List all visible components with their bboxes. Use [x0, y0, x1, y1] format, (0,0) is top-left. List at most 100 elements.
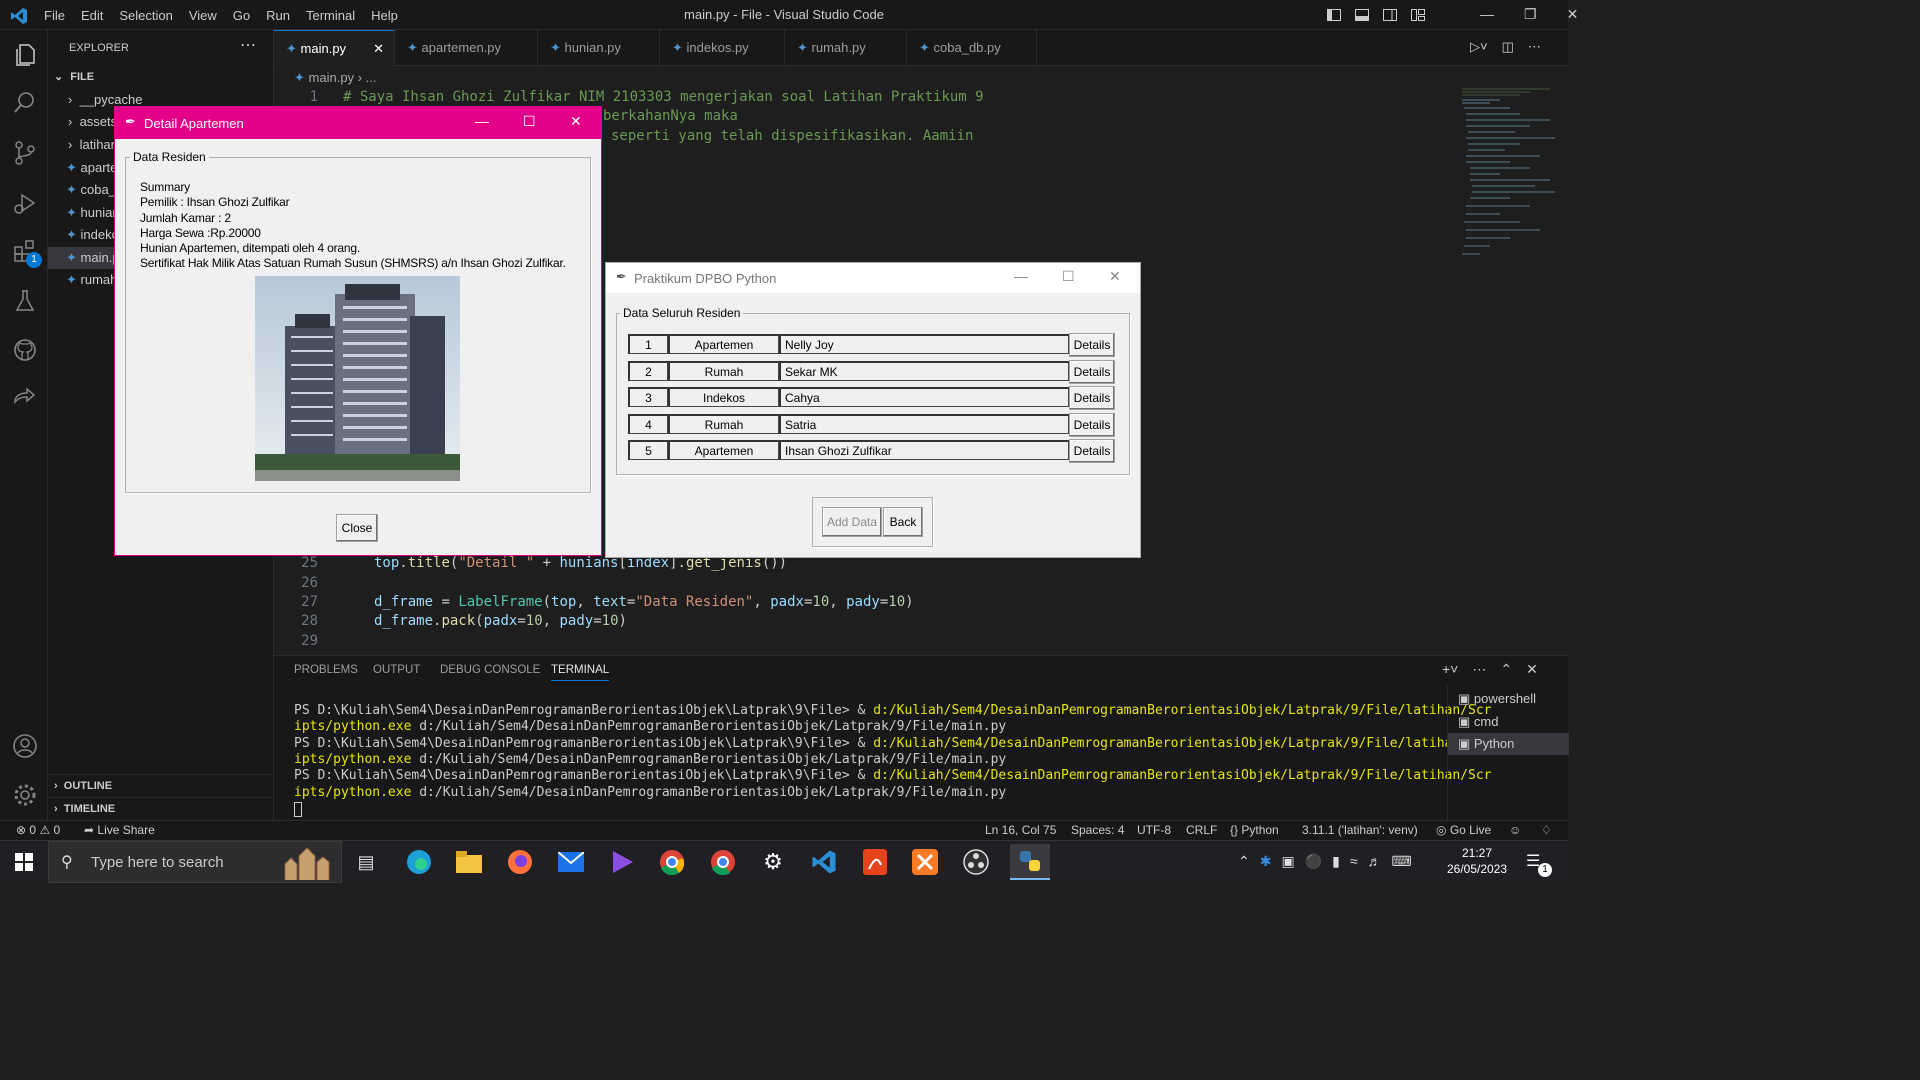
github-icon[interactable]	[12, 337, 38, 363]
testing-icon[interactable]	[12, 288, 38, 314]
close-button[interactable]: Close	[336, 514, 378, 542]
toggle-sidebar-icon[interactable]	[1326, 7, 1342, 23]
details-button[interactable]: Details	[1069, 360, 1115, 384]
obs-icon[interactable]	[960, 846, 992, 878]
line-ending[interactable]: CRLF	[1186, 823, 1217, 837]
accounts-icon[interactable]	[12, 733, 38, 759]
live-share-icon[interactable]	[12, 386, 38, 412]
more-actions-icon[interactable]: ⋯	[240, 35, 256, 55]
folder-section[interactable]: ⌄ FILE	[48, 66, 274, 88]
microphone-icon[interactable]: ⚫	[1305, 853, 1322, 870]
xampp-icon[interactable]	[909, 846, 941, 878]
language-mode[interactable]: {} Python	[1230, 823, 1279, 837]
tab-terminal[interactable]: TERMINAL	[551, 664, 610, 681]
windows-start-icon[interactable]	[8, 846, 40, 878]
indentation[interactable]: Spaces: 4	[1071, 823, 1124, 837]
maximize-icon[interactable]: ☐	[523, 113, 536, 130]
minimize-icon[interactable]: —	[1480, 6, 1494, 23]
chrome-icon[interactable]	[656, 846, 688, 878]
back-button[interactable]: Back	[883, 507, 923, 537]
split-editor-icon[interactable]: ◫	[1502, 39, 1514, 55]
more-actions-icon[interactable]: ⋯	[1528, 39, 1541, 55]
manage-gear-icon[interactable]	[12, 782, 38, 808]
run-python-file-icon[interactable]: ▷˅	[1470, 39, 1488, 55]
battery-icon[interactable]: ▮	[1332, 853, 1340, 870]
close-tab-icon[interactable]: ✕	[373, 31, 384, 67]
details-button[interactable]: Details	[1069, 386, 1115, 410]
show-hidden-icons-icon[interactable]: ⌃	[1238, 853, 1250, 870]
problems-status[interactable]: ⊗ 0 ⚠ 0	[16, 823, 60, 837]
breadcrumb-symbol[interactable]: ...	[366, 70, 377, 85]
live-share-status[interactable]: ➦ Live Share	[84, 823, 155, 837]
menu-help[interactable]: Help	[363, 8, 406, 23]
terminal-powershell[interactable]: ▣ powershell	[1448, 688, 1569, 710]
run-debug-icon[interactable]	[12, 190, 38, 216]
maximize-icon[interactable]: ☐	[1062, 268, 1075, 285]
menu-terminal[interactable]: Terminal	[298, 8, 363, 23]
close-icon[interactable]: ✕	[1567, 6, 1579, 23]
menu-view[interactable]: View	[181, 8, 225, 23]
clock[interactable]: 21:27 26/05/2023	[1444, 845, 1510, 877]
tab-debug-console[interactable]: DEBUG CONSOLE	[440, 664, 540, 676]
tab-indekos[interactable]: ✦ indekos.py	[660, 30, 785, 66]
explorer-icon[interactable]	[12, 42, 38, 68]
close-icon[interactable]: ✕	[570, 113, 582, 130]
timeline-section[interactable]: › TIMELINE	[48, 797, 274, 819]
toggle-secondary-sidebar-icon[interactable]	[1382, 7, 1398, 23]
encoding[interactable]: UTF-8	[1137, 823, 1171, 837]
python-taskbar-icon[interactable]	[1010, 844, 1050, 880]
details-button[interactable]: Details	[1069, 413, 1115, 437]
breadcrumb-file[interactable]: main.py	[309, 70, 355, 85]
go-live[interactable]: ◎ Go Live	[1436, 823, 1491, 837]
customize-layout-icon[interactable]	[1410, 7, 1426, 23]
wifi-icon[interactable]: ≈	[1350, 853, 1358, 870]
bluetooth-icon[interactable]: ✱	[1260, 853, 1272, 870]
terminal-python[interactable]: ▣ Python	[1448, 733, 1569, 755]
tab-apartemen[interactable]: ✦ apartemen.py	[395, 30, 538, 66]
meet-now-icon[interactable]: ▣	[1281, 853, 1294, 870]
settings-gear-icon[interactable]: ⚙	[757, 846, 789, 878]
keyboard-icon[interactable]: ⌨	[1392, 853, 1412, 870]
menu-go[interactable]: Go	[225, 8, 258, 23]
taskbar-search[interactable]: ⚲ Type here to search	[48, 841, 342, 883]
tab-main[interactable]: ✦ main.py ✕	[274, 30, 395, 66]
more-actions-icon[interactable]: ⋯	[1472, 661, 1486, 678]
toggle-panel-icon[interactable]	[1354, 7, 1370, 23]
notifications-bell-icon[interactable]: ♢	[1541, 823, 1552, 837]
tab-problems[interactable]: PROBLEMS	[294, 664, 358, 676]
close-panel-icon[interactable]: ✕	[1526, 661, 1538, 678]
details-button[interactable]: Details	[1069, 439, 1115, 463]
details-button[interactable]: Details	[1069, 333, 1115, 357]
media-player-icon[interactable]	[606, 846, 638, 878]
tab-output[interactable]: OUTPUT	[373, 664, 420, 676]
maximize-panel-icon[interactable]: ⌃	[1500, 661, 1512, 678]
menu-run[interactable]: Run	[258, 8, 298, 23]
acrobat-icon[interactable]	[859, 846, 891, 878]
minimize-icon[interactable]: —	[1014, 268, 1028, 284]
vscode-icon[interactable]	[808, 846, 840, 878]
search-icon[interactable]	[12, 90, 38, 116]
minimap[interactable]	[1460, 86, 1558, 261]
edge-icon[interactable]	[403, 846, 435, 878]
source-control-icon[interactable]	[12, 140, 38, 166]
minimize-icon[interactable]: —	[475, 113, 489, 129]
feedback-icon[interactable]: ☺	[1509, 823, 1521, 837]
menu-edit[interactable]: Edit	[73, 8, 111, 23]
menu-file[interactable]: File	[36, 8, 73, 23]
file-explorer-icon[interactable]	[453, 846, 485, 878]
new-terminal-icon[interactable]: +˅	[1442, 661, 1458, 678]
chrome-profile-icon[interactable]	[707, 846, 739, 878]
restore-icon[interactable]: ❐	[1524, 6, 1537, 23]
outline-section[interactable]: › OUTLINE	[48, 774, 274, 796]
cursor-position[interactable]: Ln 16, Col 75	[985, 823, 1056, 837]
task-view-icon[interactable]: ▤	[350, 846, 382, 878]
tab-coba-db[interactable]: ✦ coba_db.py	[907, 30, 1037, 66]
python-interpreter[interactable]: 3.11.1 ('latihan': venv)	[1302, 823, 1418, 837]
volume-icon[interactable]: ♬	[1368, 853, 1382, 870]
mail-icon[interactable]	[555, 846, 587, 878]
close-icon[interactable]: ✕	[1109, 268, 1121, 285]
add-data-button[interactable]: Add Data	[822, 507, 882, 537]
tab-hunian[interactable]: ✦ hunian.py	[538, 30, 660, 66]
terminal-cmd[interactable]: ▣ cmd	[1448, 711, 1569, 733]
firefox-icon[interactable]	[504, 846, 536, 878]
